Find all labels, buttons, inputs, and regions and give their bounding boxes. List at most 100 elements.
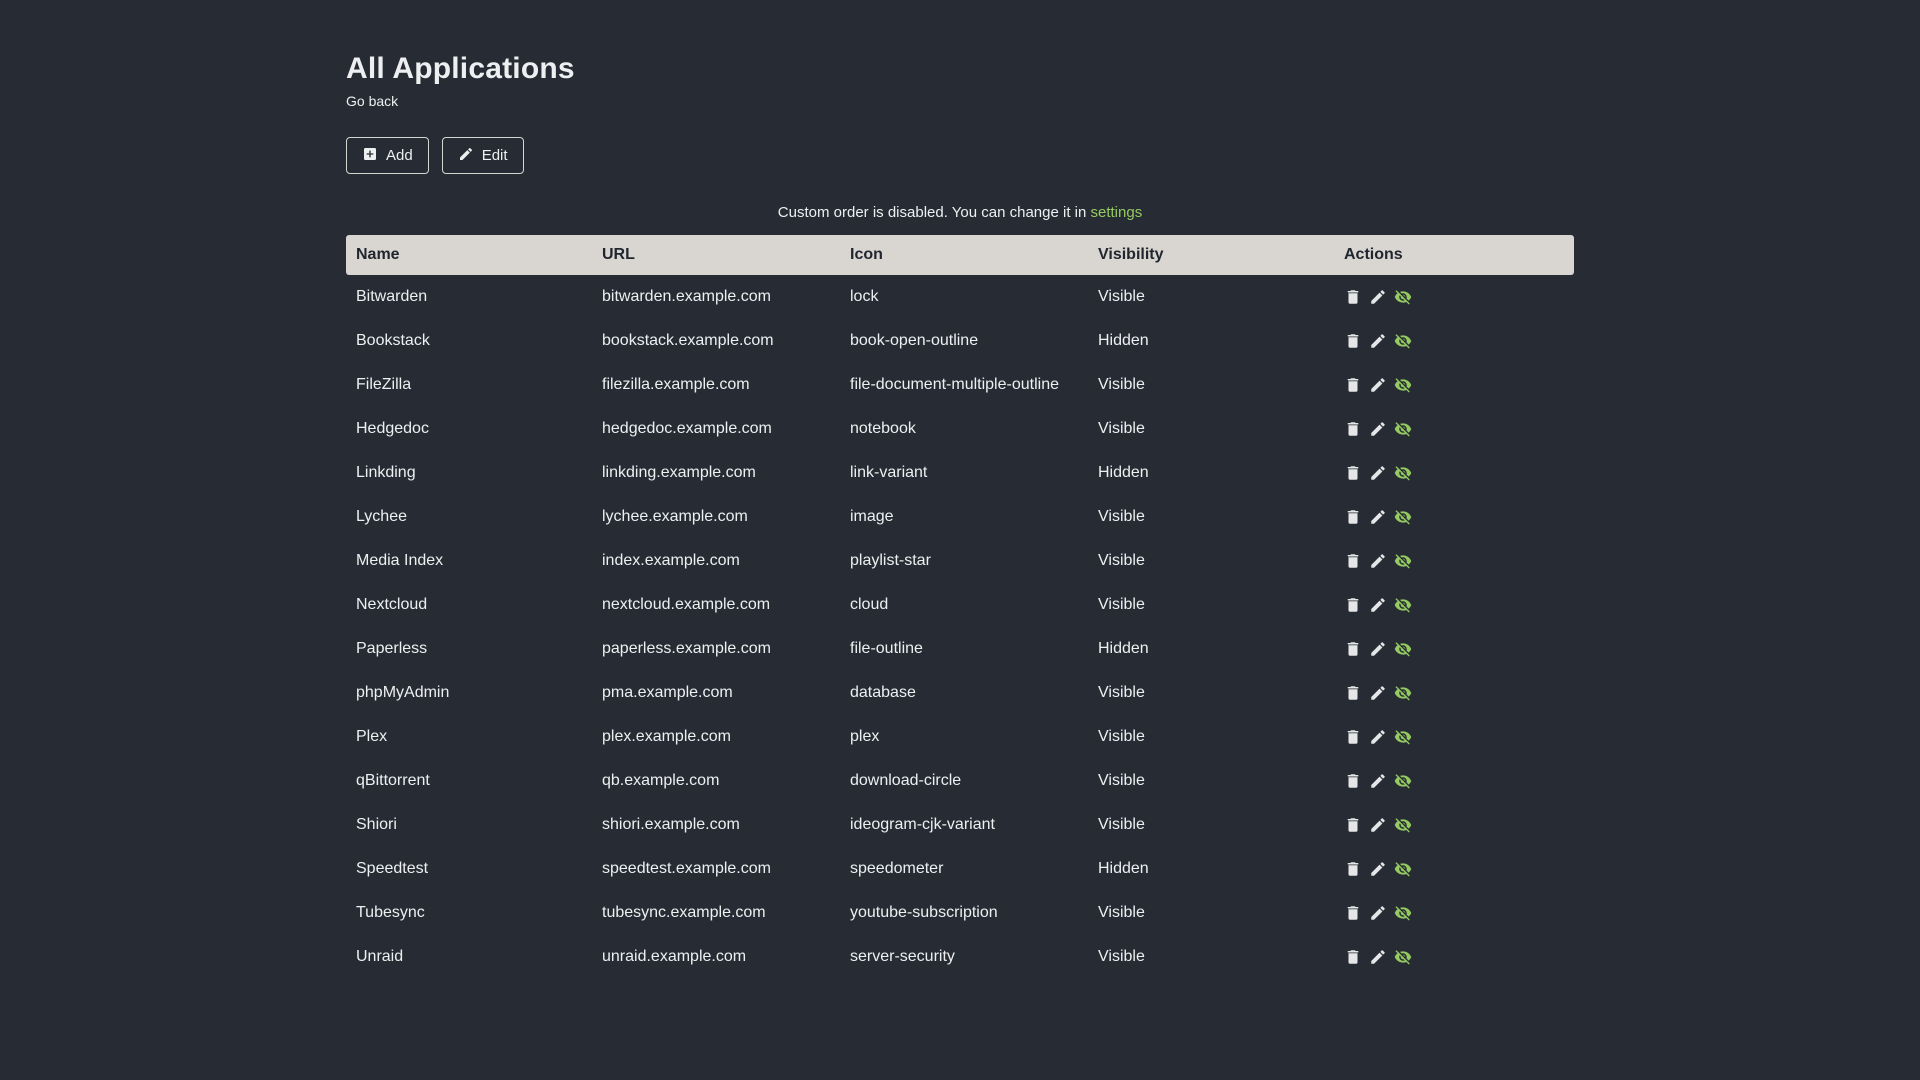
eye-off-icon[interactable] — [1394, 464, 1412, 482]
trash-icon[interactable] — [1344, 332, 1362, 350]
pencil-icon[interactable] — [1369, 420, 1387, 438]
pencil-icon[interactable] — [1369, 552, 1387, 570]
eye-off-icon[interactable] — [1394, 508, 1412, 526]
page-title: All Applications — [346, 52, 575, 85]
eye-off-icon[interactable] — [1394, 772, 1412, 790]
pencil-icon[interactable] — [1369, 948, 1387, 966]
table-row: Paperless paperless.example.com file-out… — [346, 627, 1574, 671]
cell-url: paperless.example.com — [602, 640, 771, 657]
cell-visibility: Visible — [1098, 772, 1145, 789]
cell-icon: download-circle — [850, 772, 962, 789]
trash-icon[interactable] — [1344, 596, 1362, 614]
eye-off-icon[interactable] — [1394, 288, 1412, 306]
cell-url: pma.example.com — [602, 684, 733, 701]
cell-url: nextcloud.example.com — [602, 596, 771, 613]
header-url: URL — [592, 235, 840, 275]
eye-off-icon[interactable] — [1394, 596, 1412, 614]
trash-icon[interactable] — [1344, 552, 1362, 570]
trash-icon[interactable] — [1344, 508, 1362, 526]
cell-icon: database — [850, 684, 916, 701]
applications-table: Name URL Icon Visibility Actions Bitward… — [346, 235, 1574, 979]
cell-url: shiori.example.com — [602, 816, 740, 833]
cell-actions — [1334, 627, 1574, 671]
pencil-icon[interactable] — [1369, 640, 1387, 658]
trash-icon[interactable] — [1344, 420, 1362, 438]
cell-name: Shiori — [356, 816, 397, 833]
eye-off-icon[interactable] — [1394, 640, 1412, 658]
pencil-icon[interactable] — [1369, 508, 1387, 526]
cell-url: bookstack.example.com — [602, 332, 774, 349]
pencil-icon[interactable] — [1369, 860, 1387, 878]
pencil-icon[interactable] — [1369, 596, 1387, 614]
table-row: Nextcloud nextcloud.example.com cloud Vi… — [346, 583, 1574, 627]
trash-icon[interactable] — [1344, 728, 1362, 746]
table-row: phpMyAdmin pma.example.com database Visi… — [346, 671, 1574, 715]
cell-url: filezilla.example.com — [602, 376, 750, 393]
eye-off-icon[interactable] — [1394, 816, 1412, 834]
pencil-icon[interactable] — [1369, 332, 1387, 350]
cell-name: FileZilla — [356, 376, 412, 393]
cell-visibility: Visible — [1098, 904, 1145, 921]
pencil-icon[interactable] — [1369, 288, 1387, 306]
table-row: qBittorrent qb.example.com download-circ… — [346, 759, 1574, 803]
table-header-row: Name URL Icon Visibility Actions — [346, 235, 1574, 275]
trash-icon[interactable] — [1344, 684, 1362, 702]
cell-url: lychee.example.com — [602, 508, 748, 525]
pencil-icon[interactable] — [1369, 464, 1387, 482]
eye-off-icon[interactable] — [1394, 860, 1412, 878]
trash-icon[interactable] — [1344, 288, 1362, 306]
cell-visibility: Visible — [1098, 948, 1145, 965]
eye-off-icon[interactable] — [1394, 332, 1412, 350]
cell-icon: image — [850, 508, 894, 525]
cell-url: qb.example.com — [602, 772, 720, 789]
cell-url: index.example.com — [602, 552, 740, 569]
cell-actions — [1334, 407, 1574, 451]
trash-icon[interactable] — [1344, 376, 1362, 394]
cell-name: Paperless — [356, 640, 428, 657]
pencil-icon[interactable] — [1369, 728, 1387, 746]
cell-icon: file-outline — [850, 640, 923, 657]
pencil-icon[interactable] — [1369, 816, 1387, 834]
eye-off-icon[interactable] — [1394, 684, 1412, 702]
plus-box-icon — [362, 146, 378, 165]
cell-actions — [1334, 891, 1574, 935]
edit-button[interactable]: Edit — [441, 137, 524, 174]
eye-off-icon[interactable] — [1394, 552, 1412, 570]
eye-off-icon[interactable] — [1394, 420, 1412, 438]
cell-icon: playlist-star — [850, 552, 931, 569]
trash-icon[interactable] — [1344, 816, 1362, 834]
pencil-icon — [458, 146, 474, 165]
eye-off-icon[interactable] — [1394, 948, 1412, 966]
settings-link[interactable]: settings — [1091, 204, 1143, 221]
eye-off-icon[interactable] — [1394, 728, 1412, 746]
trash-icon[interactable] — [1344, 904, 1362, 922]
cell-name: Hedgedoc — [356, 420, 429, 437]
cell-visibility: Visible — [1098, 816, 1145, 833]
go-back-link[interactable]: Go back — [346, 93, 398, 109]
trash-icon[interactable] — [1344, 640, 1362, 658]
edit-button-label: Edit — [481, 147, 508, 164]
eye-off-icon[interactable] — [1394, 376, 1412, 394]
cell-visibility: Visible — [1098, 728, 1145, 745]
cell-visibility: Visible — [1098, 684, 1145, 701]
header-name: Name — [346, 235, 592, 275]
header-icon: Icon — [840, 235, 1088, 275]
pencil-icon[interactable] — [1369, 684, 1387, 702]
cell-visibility: Hidden — [1098, 332, 1149, 349]
trash-icon[interactable] — [1344, 860, 1362, 878]
trash-icon[interactable] — [1344, 948, 1362, 966]
table-row: FileZilla filezilla.example.com file-doc… — [346, 363, 1574, 407]
eye-off-icon[interactable] — [1394, 904, 1412, 922]
add-button[interactable]: Add — [346, 137, 429, 174]
pencil-icon[interactable] — [1369, 772, 1387, 790]
cell-visibility: Hidden — [1098, 860, 1149, 877]
cell-url: linkding.example.com — [602, 464, 756, 481]
pencil-icon[interactable] — [1369, 904, 1387, 922]
trash-icon[interactable] — [1344, 464, 1362, 482]
cell-icon: link-variant — [850, 464, 928, 481]
cell-name: Bookstack — [356, 332, 430, 349]
pencil-icon[interactable] — [1369, 376, 1387, 394]
cell-visibility: Visible — [1098, 596, 1145, 613]
cell-url: bitwarden.example.com — [602, 288, 771, 305]
trash-icon[interactable] — [1344, 772, 1362, 790]
